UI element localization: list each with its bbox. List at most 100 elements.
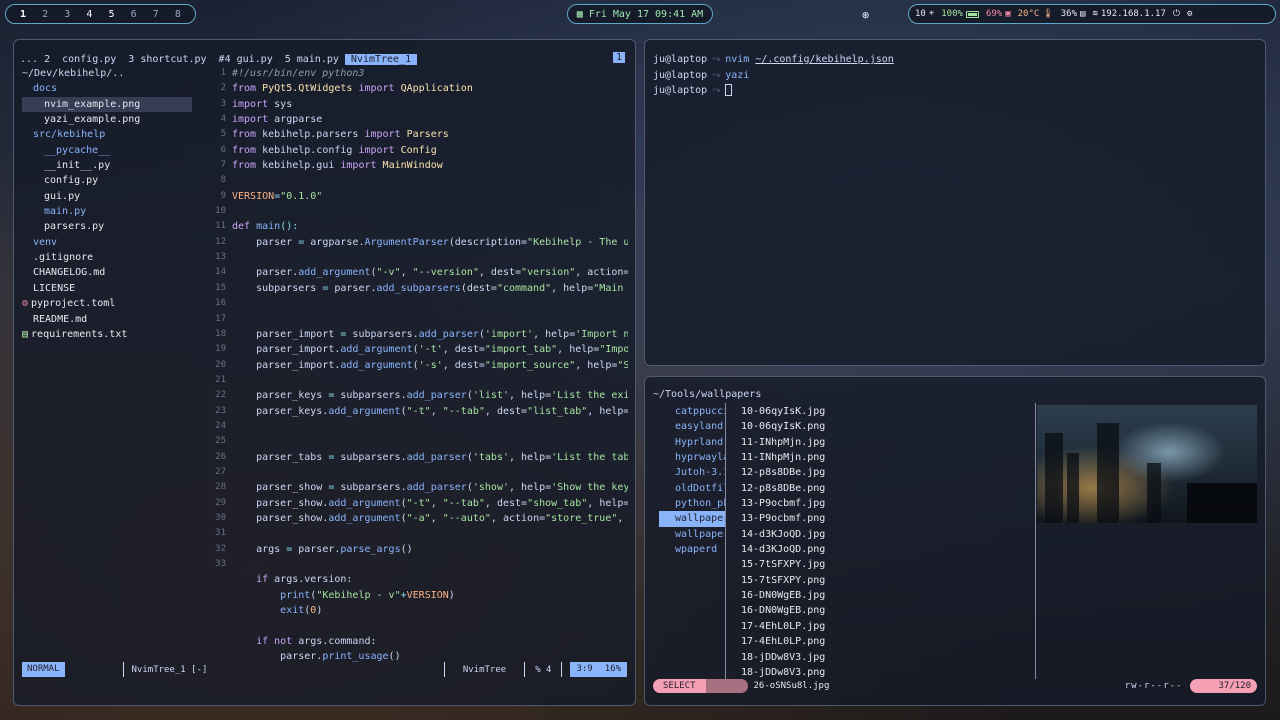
code-line[interactable]: import argparse [232, 112, 628, 127]
terminal-output[interactable]: ju@laptop ⤳ nvim ~/.config/kebihelp.json ju… [653, 52, 894, 99]
steam-icon[interactable]: ⊛ [862, 8, 869, 22]
workspace-8[interactable]: 8 [167, 9, 189, 20]
tree-item[interactable]: ▤ requirements.txt [22, 327, 192, 342]
code-line[interactable] [232, 526, 628, 541]
yazi-parent-item[interactable]: python_pk [659, 496, 725, 511]
tree-item[interactable]: parsers.py [22, 219, 192, 234]
tab-4[interactable]: 5 main.py [279, 54, 345, 65]
tree-item[interactable]: venv [22, 235, 192, 250]
yazi-parent-item[interactable]: wallpaper [659, 511, 725, 527]
tab-3[interactable]: #4 gui.py [213, 54, 279, 65]
yazi-window[interactable]: ~/Tools/wallpapers catppucci easyland Hypr… [644, 376, 1266, 706]
code-line[interactable]: from PyQt5.QtWidgets import QApplication [232, 81, 628, 96]
yazi-file-item[interactable]: 10-06qyIsK.png [741, 419, 1031, 434]
code-line[interactable] [232, 557, 628, 572]
code-line[interactable]: def main(): [232, 219, 628, 234]
tree-item[interactable]: CHANGELOG.md [22, 265, 192, 280]
battery-module[interactable]: 100% [941, 9, 979, 19]
yazi-file-item[interactable]: 15-7tSFXPY.png [741, 573, 1031, 588]
code-line[interactable]: parser.add_argument("-v", "--version", d… [232, 265, 628, 280]
tree-item[interactable]: __pycache__ [22, 143, 192, 158]
yazi-file-item[interactable]: 13-P9ocbmf.png [741, 511, 1031, 526]
yazi-file-item[interactable]: 17-4EhL0LP.jpg [741, 619, 1031, 634]
tab-0[interactable]: ... 2 [14, 54, 56, 65]
workspace-3[interactable]: 3 [56, 9, 78, 20]
yazi-file-item[interactable]: 18-jDDw8V3.png [741, 665, 1031, 680]
tree-item[interactable]: ~/Dev/kebihelp/.. [22, 66, 192, 81]
workspace-7[interactable]: 7 [145, 9, 167, 20]
code-line[interactable] [232, 173, 628, 188]
yazi-file-item[interactable]: 17-4EhL0LP.png [741, 634, 1031, 649]
cpu-module[interactable]: 69% ▣ [986, 9, 1011, 19]
code-line[interactable]: import sys [232, 97, 628, 112]
tree-item[interactable]: src/kebihelp [22, 127, 192, 142]
tree-item[interactable]: gui.py [22, 189, 192, 204]
code-line[interactable] [232, 204, 628, 219]
code-line[interactable]: parser_show.add_argument("-t", "--tab", … [232, 496, 628, 511]
code-line[interactable]: parser_import = subparsers.add_parser('i… [232, 327, 628, 342]
code-line[interactable] [232, 618, 628, 633]
code-line[interactable]: if args.version: [232, 572, 628, 587]
temperature-module[interactable]: 20°C 🌡︎ [1018, 9, 1054, 19]
code-line[interactable] [232, 465, 628, 480]
code-line[interactable] [232, 373, 628, 388]
yazi-file-item[interactable]: 11-INhpMjn.png [741, 450, 1031, 465]
workspace-4[interactable]: 4 [78, 9, 100, 20]
code-line[interactable] [232, 434, 628, 449]
yazi-file-list[interactable]: 10-06qyIsK.jpg 10-06qyIsK.png 11-INhpMjn.j… [741, 404, 1031, 680]
clock-widget[interactable]: ▦ Fri May 17 09:41 AM [567, 4, 713, 24]
code-line[interactable]: parser_show.add_argument("-a", "--auto",… [232, 511, 628, 526]
yazi-parent-item[interactable]: oldDotfil [659, 481, 725, 496]
network-module[interactable]: ≋ 192.168.1.17 [1092, 9, 1165, 19]
memory-module[interactable]: 36% ▤ [1061, 9, 1086, 19]
code-line[interactable]: VERSION="0.1.0" [232, 189, 628, 204]
tree-item[interactable]: __init__.py [22, 158, 192, 173]
code-line[interactable] [232, 296, 628, 311]
code-line[interactable]: exit(0) [232, 603, 628, 618]
yazi-file-item[interactable]: 16-DN0WgEB.png [741, 603, 1031, 618]
code-line[interactable]: from kebihelp.parsers import Parsers [232, 127, 628, 142]
yazi-file-item[interactable]: 10-06qyIsK.jpg [741, 404, 1031, 419]
yazi-file-item[interactable]: 15-7tSFXPY.jpg [741, 557, 1031, 572]
yazi-file-item[interactable]: 14-d3KJoQD.png [741, 542, 1031, 557]
workspace-5[interactable]: 5 [101, 9, 123, 20]
code-line[interactable]: from kebihelp.gui import MainWindow [232, 158, 628, 173]
yazi-file-item[interactable]: 16-DN0WgEB.jpg [741, 588, 1031, 603]
code-line[interactable]: from kebihelp.config import Config [232, 143, 628, 158]
tab-2[interactable]: 3 shortcut.py [122, 54, 212, 65]
workspace-6[interactable]: 6 [123, 9, 145, 20]
nvim-file-tree[interactable]: ~/Dev/kebihelp/.. docs nvim_example.png yaz… [22, 66, 192, 342]
yazi-file-item[interactable]: 18-jDDw8V3.jpg [741, 650, 1031, 665]
code-line[interactable]: #!/usr/bin/env python3 [232, 66, 628, 81]
yazi-file-item[interactable]: 11-INhpMjn.jpg [741, 435, 1031, 450]
brightness-module[interactable]: 10 ☀ [915, 9, 934, 19]
code-line[interactable] [232, 312, 628, 327]
tree-item[interactable]: .gitignore [22, 250, 192, 265]
yazi-parent-item[interactable]: hyprwayla [659, 450, 725, 465]
code-line[interactable]: subparsers = parser.add_subparsers(dest=… [232, 281, 628, 296]
code-line[interactable]: if not args.command: [232, 634, 628, 649]
tree-item[interactable]: ⚙ pyproject.toml [22, 296, 192, 311]
tree-item[interactable]: main.py [22, 204, 192, 219]
code-line[interactable]: parser_tabs = subparsers.add_parser('tab… [232, 450, 628, 465]
nvim-window[interactable]: ... 2 config.py 3 shortcut.py #4 gui.py 5 main.p… [13, 39, 636, 706]
terminal-window[interactable]: ju@laptop ⤳ nvim ~/.config/kebihelp.json ju… [644, 39, 1266, 366]
settings-icon[interactable]: ⚙ [1187, 9, 1192, 19]
tree-item[interactable]: nvim_example.png [22, 96, 192, 113]
yazi-file-item[interactable]: 12-p8s8DBe.jpg [741, 465, 1031, 480]
tree-item[interactable]: README.md [22, 312, 192, 327]
yazi-file-item[interactable]: 14-d3KJoQD.jpg [741, 527, 1031, 542]
tab-5[interactable]: NvimTree_1 [344, 53, 418, 65]
tree-item[interactable]: docs [22, 81, 192, 96]
yazi-parent-item[interactable]: catppucci [659, 404, 725, 419]
yazi-parent-pane[interactable]: catppucci easyland Hyprland hyprwayla Jutoh-… [659, 404, 725, 557]
yazi-parent-item[interactable]: Hyprland [659, 435, 725, 450]
yazi-file-item[interactable]: 12-p8s8DBe.png [741, 481, 1031, 496]
workspace-2[interactable]: 2 [34, 9, 56, 20]
power-icon[interactable]: ⏻ [1173, 9, 1180, 19]
code-line[interactable]: parser = argparse.ArgumentParser(descrip… [232, 235, 628, 250]
code-line[interactable]: parser_keys.add_argument("-t", "--tab", … [232, 404, 628, 419]
tab-1[interactable]: config.py [56, 54, 122, 65]
tree-item[interactable]: LICENSE [22, 281, 192, 296]
code-line[interactable]: args = parser.parse_args() [232, 542, 628, 557]
